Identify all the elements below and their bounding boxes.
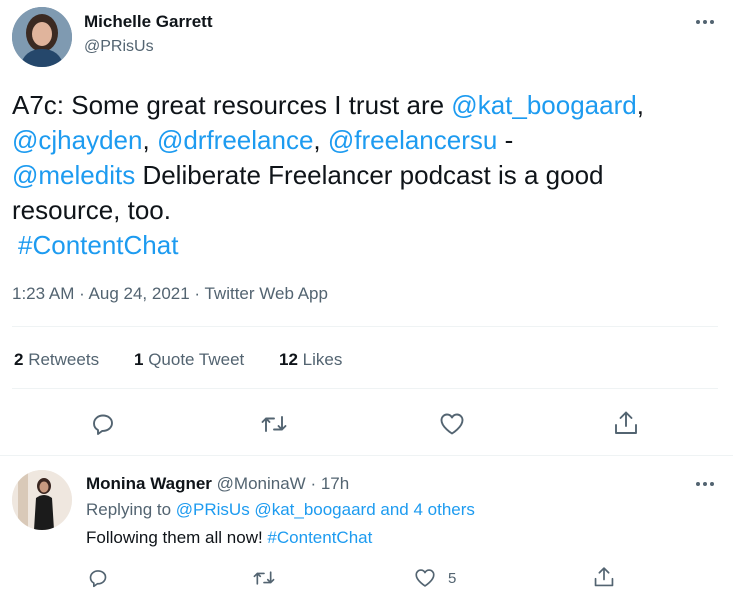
tweet-text-intro: A7c: Some great resources I trust are [12, 90, 452, 120]
mention-link[interactable]: @cjhayden [12, 125, 142, 155]
tweet-text: A7c: Some great resources I trust are @k… [12, 88, 717, 263]
avatar-photo [12, 7, 72, 67]
hashtag-link[interactable]: #ContentChat [267, 528, 372, 547]
reply-like-button[interactable]: 5 [414, 564, 474, 592]
heart-icon [440, 413, 464, 435]
likes-label: Likes [302, 350, 343, 369]
author-avatar[interactable] [12, 7, 72, 67]
reply-text-body: Following them all now! [86, 528, 268, 547]
reply-icon [89, 570, 107, 588]
like-button[interactable] [436, 408, 468, 440]
reply-reply-button[interactable] [84, 564, 112, 592]
retweet-icon [253, 571, 275, 585]
likes-count: 12 [279, 350, 298, 369]
retweets-stat[interactable]: 2 Retweets [14, 350, 99, 370]
text-separator: , [636, 90, 644, 120]
reply-icon [93, 414, 113, 435]
quotes-label: Quote Tweet [148, 350, 245, 369]
heart-icon [415, 569, 435, 587]
text-separator: , [313, 125, 328, 155]
divider [12, 388, 718, 389]
share-icon [594, 567, 614, 587]
text-separator: , [142, 125, 157, 155]
reply-more-options-button[interactable] [690, 474, 720, 494]
reply-retweet-button[interactable] [248, 564, 280, 592]
divider [12, 326, 718, 327]
retweets-count: 2 [14, 350, 24, 369]
reply-time[interactable]: · 17h [310, 474, 349, 493]
tweet-timestamp[interactable]: 1:23 AM · Aug 24, 2021 · Twitter Web App [12, 284, 328, 304]
reply-button[interactable] [87, 408, 119, 440]
more-horizontal-icon [696, 20, 714, 24]
likes-stat[interactable]: 12 Likes [279, 350, 342, 370]
retweet-button[interactable] [256, 408, 292, 440]
reply-like-count: 5 [448, 569, 457, 587]
share-button[interactable] [610, 406, 642, 440]
reply-text: Following them all now! #ContentChat [86, 528, 372, 548]
mention-link[interactable]: @freelancersu [328, 125, 497, 155]
reply-author-avatar[interactable] [12, 470, 72, 530]
replying-to: Replying to @PRisUs @kat_boogaard and 4 … [86, 500, 475, 520]
retweet-icon [261, 416, 287, 432]
quotes-count: 1 [134, 350, 144, 369]
mention-link[interactable]: @drfreelance [157, 125, 313, 155]
reply-author-name[interactable]: Monina Wagner [86, 474, 212, 493]
mention-link[interactable]: @kat_boogaard [451, 90, 636, 120]
reply-share-button[interactable] [590, 562, 618, 592]
mention-link[interactable]: @meledits [12, 160, 135, 190]
reply-header: Monina Wagner @MoninaW · 17h [86, 474, 349, 494]
more-options-button[interactable] [690, 10, 720, 34]
replying-prefix: Replying to [86, 500, 176, 519]
more-horizontal-icon [696, 482, 714, 486]
share-icon [615, 411, 637, 434]
author-name[interactable]: Michelle Garrett [84, 12, 213, 32]
text-separator: - [497, 125, 514, 155]
avatar-photo [12, 470, 72, 530]
retweets-label: Retweets [28, 350, 100, 369]
quote-tweets-stat[interactable]: 1 Quote Tweet [134, 350, 244, 370]
replying-targets-link[interactable]: @PRisUs @kat_boogaard and 4 others [176, 500, 475, 519]
author-handle[interactable]: @PRisUs [84, 38, 154, 56]
hashtag-link[interactable]: #ContentChat [18, 230, 178, 260]
reply-author-handle[interactable]: @MoninaW [217, 474, 306, 493]
divider [0, 455, 733, 456]
